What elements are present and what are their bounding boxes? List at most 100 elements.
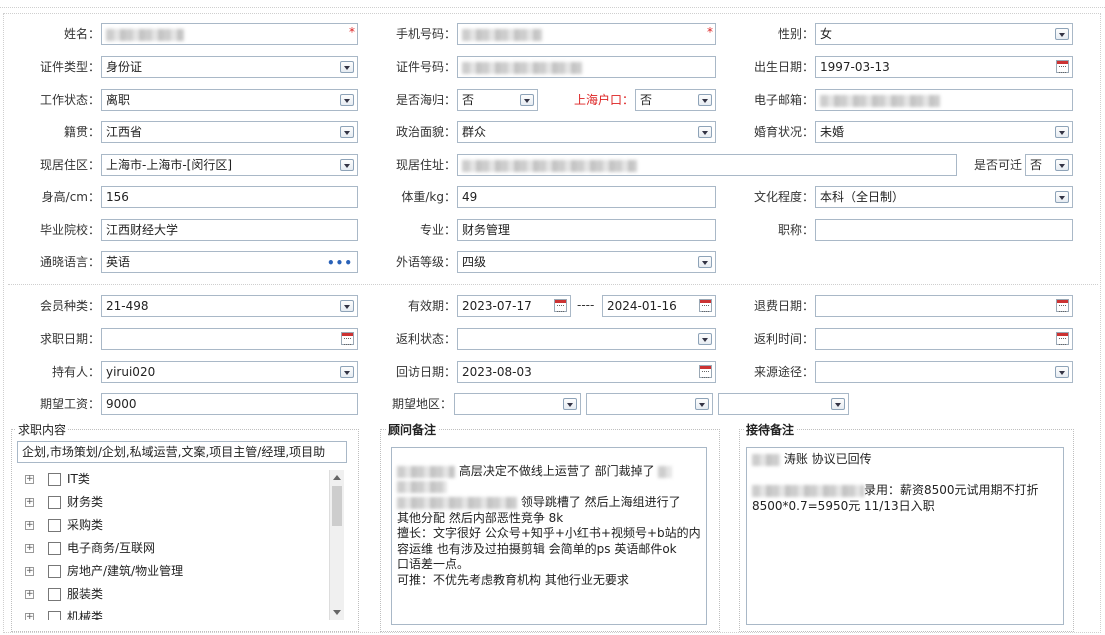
marital-select[interactable]: 未婚 <box>815 121 1073 143</box>
redacted-text <box>462 61 582 74</box>
area-select[interactable]: 上海市-上海市-[闵行区] <box>101 154 358 176</box>
chevron-down-icon[interactable] <box>340 300 354 312</box>
height-field[interactable]: 156 <box>101 186 358 208</box>
tree-item[interactable]: + 财务类 <box>17 491 345 514</box>
tree-item[interactable]: + 采购类 <box>17 514 345 537</box>
chevron-down-icon[interactable] <box>1055 191 1069 203</box>
idtype-select[interactable]: 身份证 <box>101 56 358 78</box>
chevron-down-icon[interactable] <box>698 256 712 268</box>
expand-icon[interactable]: + <box>25 590 34 599</box>
checkbox[interactable] <box>48 611 61 620</box>
hukou-value: 否 <box>640 93 653 107</box>
rebate-status-select[interactable] <box>457 328 716 350</box>
political-select[interactable]: 群众 <box>457 121 716 143</box>
region-province-select[interactable] <box>454 393 581 415</box>
relocate-label: 是否可迁 <box>973 158 1022 172</box>
reception-notes-textarea[interactable]: 涛账 协议已回传 录用：薪资8500元试用期不打折 8500*0.7=5950元… <box>746 447 1064 625</box>
job-content-summary[interactable]: 企划,市场策划/企划,私域运营,文案,项目主管/经理,项目助 <box>17 441 347 463</box>
expand-icon[interactable]: + <box>25 544 34 553</box>
education-select[interactable]: 本科（全日制） <box>815 186 1073 208</box>
idnum-field[interactable] <box>457 56 716 78</box>
chevron-down-icon[interactable] <box>1055 28 1069 40</box>
checkbox[interactable] <box>48 565 61 578</box>
valid-to-field[interactable]: 2024-01-16 <box>602 295 716 317</box>
expand-icon[interactable]: + <box>25 567 34 576</box>
valid-from-field[interactable]: 2023-07-17 <box>457 295 571 317</box>
calendar-icon[interactable] <box>1056 299 1069 312</box>
chevron-down-icon[interactable] <box>1055 366 1069 378</box>
checkbox[interactable] <box>48 519 61 532</box>
address-field[interactable] <box>457 154 957 176</box>
weight-field[interactable]: 49 <box>457 186 716 208</box>
tree-item[interactable]: + IT类 <box>17 468 345 491</box>
returnee-select[interactable]: 否 <box>457 89 538 111</box>
chevron-down-icon[interactable] <box>698 333 712 345</box>
calendar-icon[interactable] <box>699 299 712 312</box>
chevron-down-icon[interactable] <box>698 94 712 106</box>
tree-item[interactable]: + 房地产/建筑/物业管理 <box>17 560 345 583</box>
member-type-select[interactable]: 21-498 <box>101 295 358 317</box>
school-field[interactable]: 江西财经大学 <box>101 219 358 241</box>
workstatus-select[interactable]: 离职 <box>101 89 358 111</box>
title-field[interactable] <box>815 219 1073 241</box>
source-select[interactable] <box>815 361 1073 383</box>
tree-item[interactable]: + 机械类 <box>17 606 345 620</box>
gender-select[interactable]: 女 <box>815 23 1073 45</box>
calendar-icon[interactable] <box>1056 60 1069 73</box>
revisit-date-field[interactable]: 2023-08-03 <box>457 361 716 383</box>
returnee-label: 是否海归： <box>395 93 456 107</box>
hukou-select[interactable]: 否 <box>635 89 716 111</box>
political-label: 政治面貌： <box>395 125 456 139</box>
tree-item[interactable]: + 服装类 <box>17 583 345 606</box>
region-city-select[interactable] <box>586 393 713 415</box>
chevron-down-icon[interactable] <box>695 398 709 410</box>
name-field[interactable]: * <box>101 23 358 45</box>
scroll-thumb[interactable] <box>332 486 342 526</box>
tree-scrollbar[interactable] <box>329 470 344 620</box>
scroll-down-icon[interactable] <box>333 610 341 615</box>
region-district-select[interactable] <box>718 393 849 415</box>
chevron-down-icon[interactable] <box>340 94 354 106</box>
refund-date-field[interactable] <box>815 295 1073 317</box>
rebate-time-field[interactable] <box>815 328 1073 350</box>
language-field[interactable]: 英语 ••• <box>101 251 358 273</box>
checkbox[interactable] <box>48 542 61 555</box>
native-select[interactable]: 江西省 <box>101 121 358 143</box>
chevron-down-icon[interactable] <box>340 366 354 378</box>
chevron-down-icon[interactable] <box>1055 126 1069 138</box>
calendar-icon[interactable] <box>699 365 712 378</box>
expand-icon[interactable]: + <box>25 498 34 507</box>
chevron-down-icon[interactable] <box>520 94 534 106</box>
consultant-notes-textarea[interactable]: 高层决定不做线上运营了 部门裁掉了 领导跳槽了 然后上海组进行了 其他分配 然后… <box>391 447 707 625</box>
checkbox[interactable] <box>48 473 61 486</box>
calendar-icon[interactable] <box>1056 332 1069 345</box>
chevron-down-icon[interactable] <box>340 61 354 73</box>
major-field[interactable]: 财务管理 <box>457 219 716 241</box>
chevron-down-icon[interactable] <box>831 398 845 410</box>
checkbox[interactable] <box>48 496 61 509</box>
scroll-up-icon[interactable] <box>333 475 341 480</box>
chevron-down-icon[interactable] <box>563 398 577 410</box>
chevron-down-icon[interactable] <box>340 126 354 138</box>
calendar-icon[interactable] <box>341 332 354 345</box>
phone-field[interactable]: * <box>457 23 716 45</box>
expand-icon[interactable]: + <box>25 475 34 484</box>
tree-item[interactable]: + 电子商务/互联网 <box>17 537 345 560</box>
jobseek-date-field[interactable] <box>101 328 358 350</box>
langlevel-select[interactable]: 四级 <box>457 251 716 273</box>
checkbox[interactable] <box>48 588 61 601</box>
holder-select[interactable]: yirui020 <box>101 361 358 383</box>
expand-icon[interactable]: + <box>25 521 34 530</box>
birth-date-field[interactable]: 1997-03-13 <box>815 56 1073 78</box>
chevron-down-icon[interactable] <box>340 159 354 171</box>
expand-icon[interactable]: + <box>25 613 34 620</box>
note-line: 可推：不优先考虑教育机构 其他行业无要求 <box>397 572 629 587</box>
more-icon[interactable]: ••• <box>327 253 353 272</box>
relocate-select[interactable]: 否 <box>1025 154 1073 176</box>
chevron-down-icon[interactable] <box>698 126 712 138</box>
chevron-down-icon[interactable] <box>1055 159 1069 171</box>
email-field[interactable] <box>815 89 1073 111</box>
salary-field[interactable]: 9000 <box>101 393 358 415</box>
required-marker: * <box>707 25 713 39</box>
calendar-icon[interactable] <box>554 299 567 312</box>
